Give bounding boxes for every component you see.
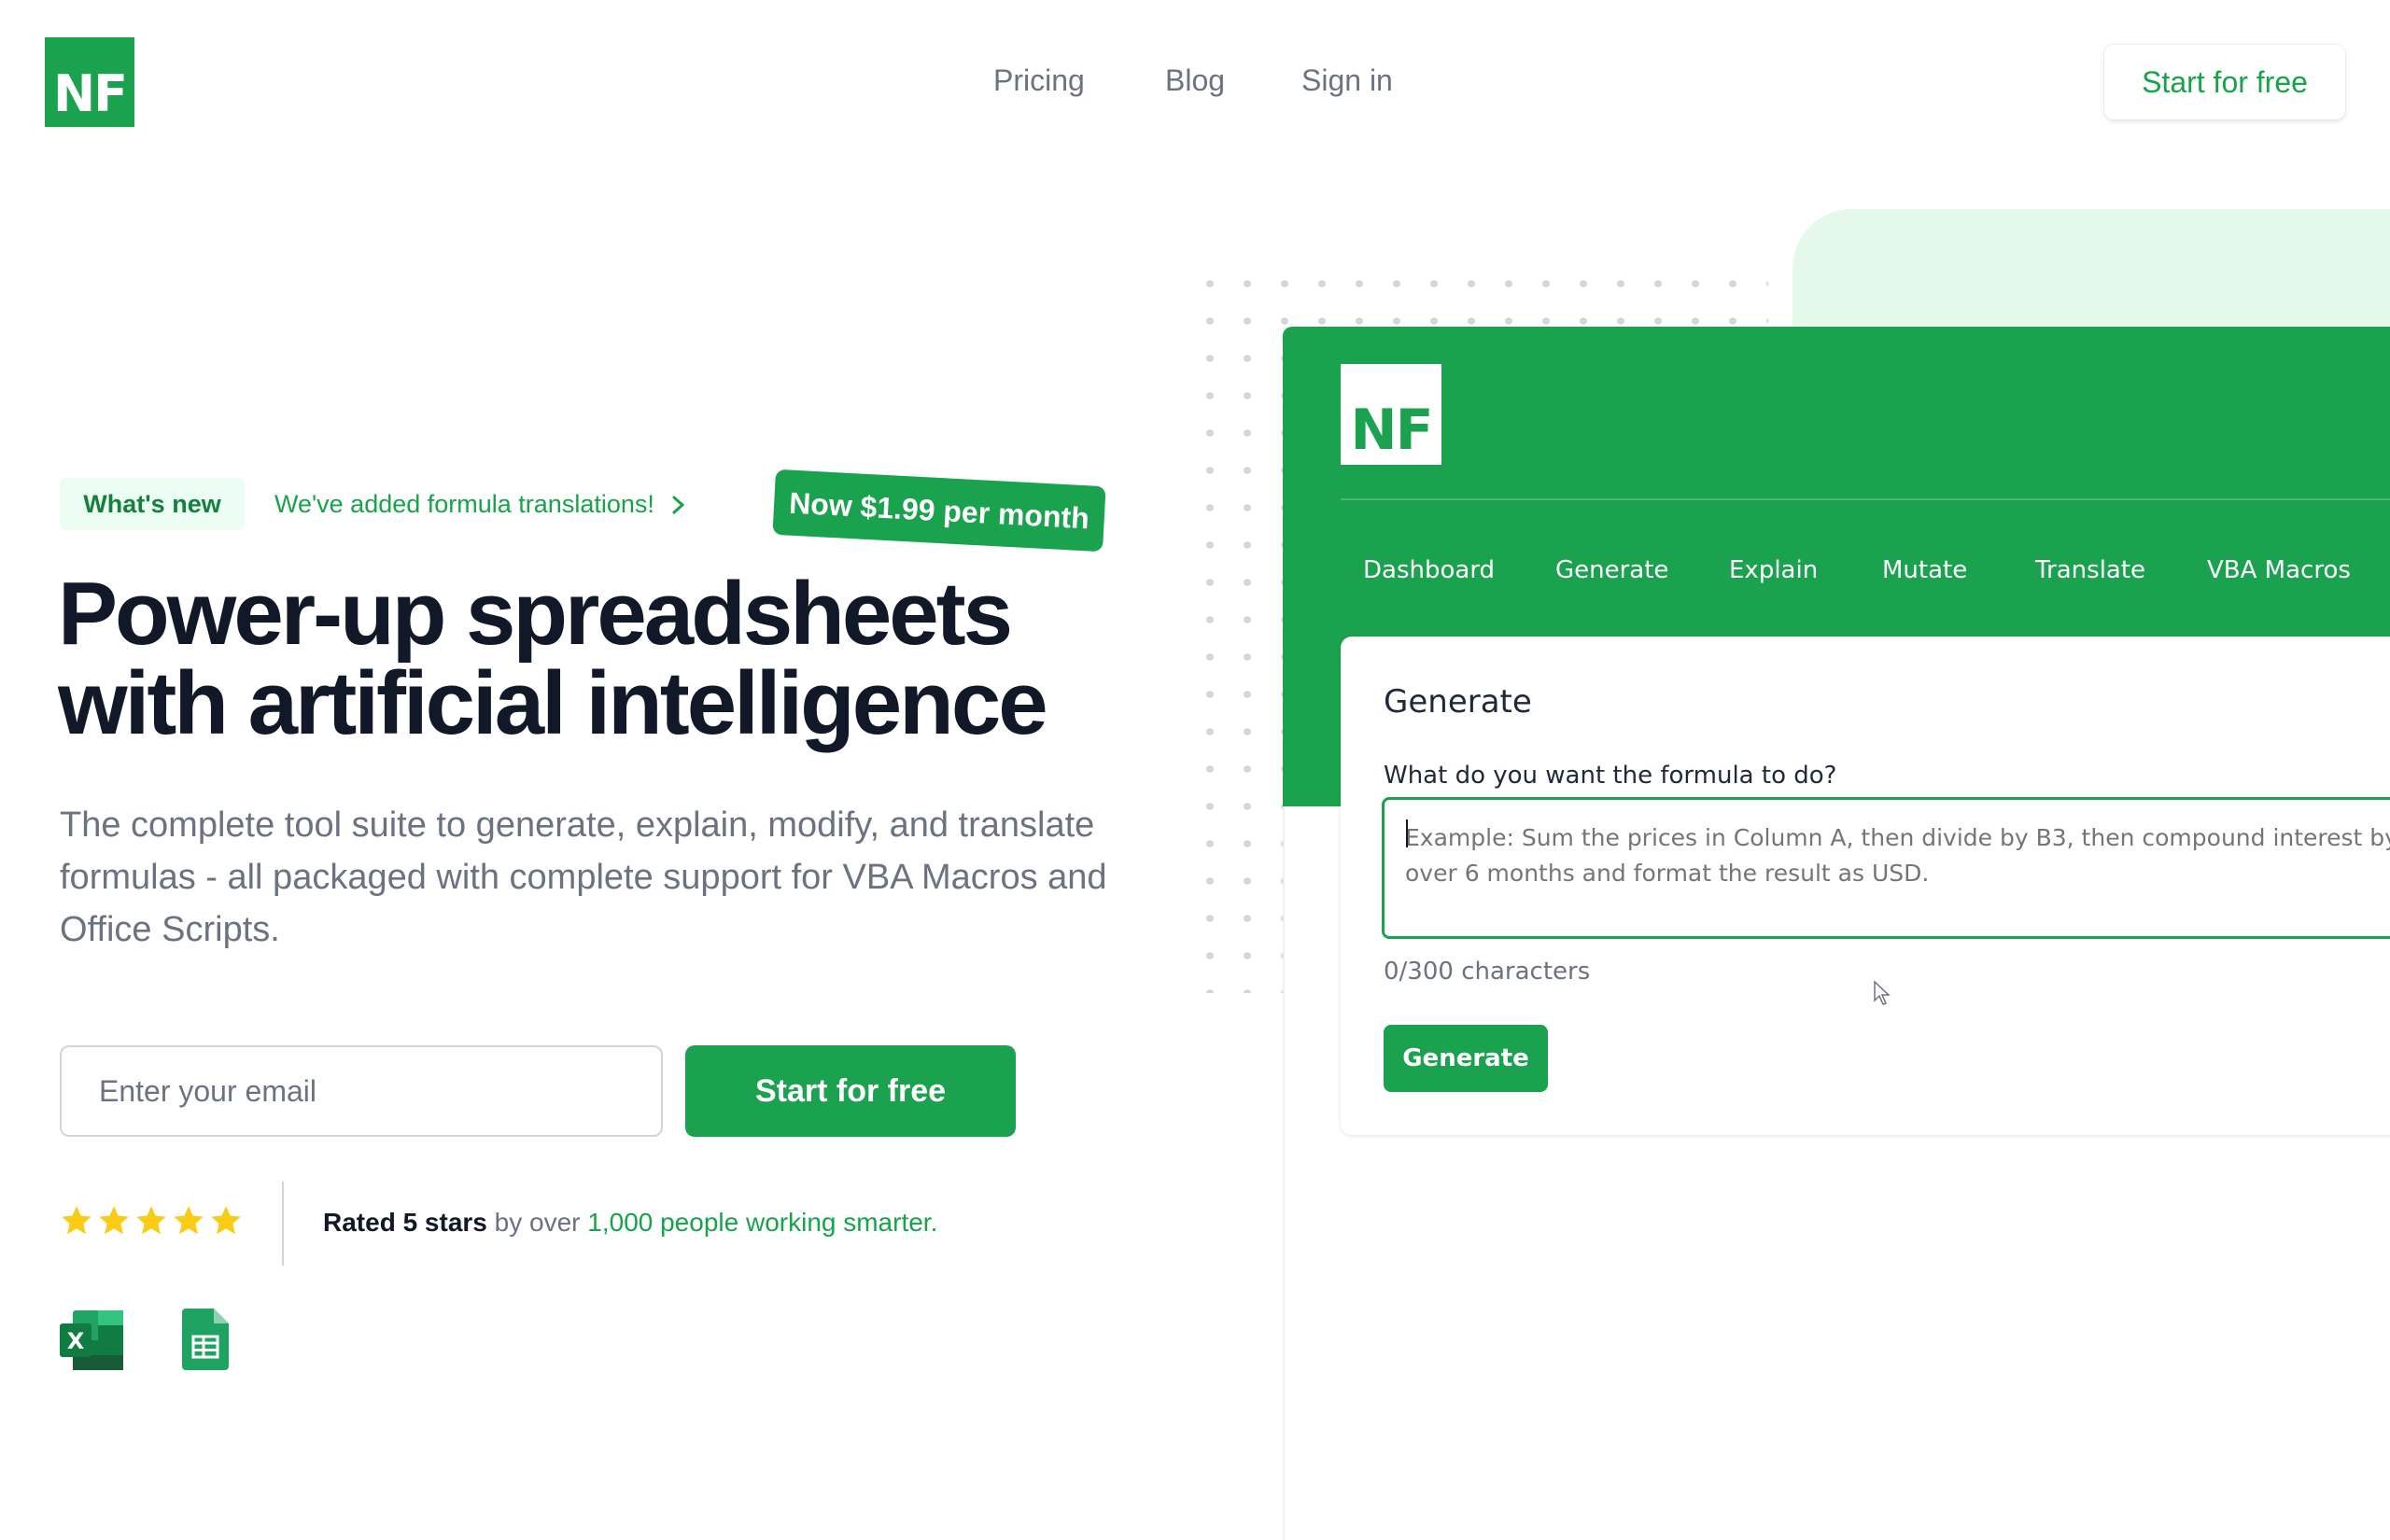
price-badge: Now $1.99 per month [772, 469, 1106, 553]
formula-prompt-textarea[interactable] [1382, 797, 2390, 939]
announcement-text: We've added formula translations! [274, 490, 654, 518]
mouse-pointer-icon [1874, 980, 1891, 1005]
whats-new-pill: What's new [60, 478, 245, 530]
excel-letter: X [67, 1328, 85, 1354]
generate-card-title: Generate [1384, 683, 1532, 721]
star-icon [99, 1206, 129, 1235]
formula-prompt-label: What do you want the formula to do? [1384, 762, 1837, 790]
star-icon [211, 1206, 241, 1235]
star-rating [60, 1204, 243, 1238]
headline-line-2: with artificial intelligence [58, 653, 1048, 753]
rating-strong: Rated 5 stars [323, 1208, 487, 1237]
hero-headline: Power-up spreadsheets with artificial in… [58, 569, 1178, 749]
star-icon [136, 1206, 166, 1235]
rating-users-link: 1,000 people working smarter. [587, 1208, 938, 1237]
app-header-divider [1341, 498, 2390, 500]
character-counter: 0/300 characters [1384, 958, 1591, 986]
hero-start-free-button[interactable]: Start for free [685, 1045, 1016, 1137]
announcement-link[interactable]: We've added formula translations! [274, 490, 688, 519]
rating-text: Rated 5 stars by over 1,000 people worki… [323, 1208, 937, 1238]
app-tab-explain[interactable]: Explain [1729, 556, 1818, 584]
chevron-right-icon [672, 496, 685, 513]
app-logo[interactable]: NF [1341, 364, 1441, 465]
email-input[interactable] [60, 1045, 663, 1137]
google-sheets-icon [182, 1309, 229, 1370]
nav-pricing-link[interactable]: Pricing [993, 63, 1085, 98]
excel-icon: X [60, 1310, 123, 1370]
star-icon [62, 1206, 91, 1235]
star-icon [174, 1206, 204, 1235]
app-tab-translate[interactable]: Translate [2035, 556, 2145, 584]
rating-mid: by over [486, 1208, 588, 1237]
rating-divider [282, 1182, 284, 1266]
generate-button[interactable]: Generate [1384, 1025, 1548, 1092]
headline-line-1: Power-up spreadsheets [58, 564, 1013, 664]
header-start-free-button[interactable]: Start for free [2104, 45, 2345, 119]
text-caret [1406, 819, 1408, 847]
site-logo[interactable]: NF [45, 37, 134, 127]
hero-subtitle: The complete tool suite to generate, exp… [60, 805, 1107, 949]
app-tab-dashboard[interactable]: Dashboard [1363, 556, 1495, 584]
app-tab-generate[interactable]: Generate [1555, 556, 1668, 584]
app-tab-mutate[interactable]: Mutate [1882, 556, 1967, 584]
nav-blog-link[interactable]: Blog [1165, 63, 1225, 98]
app-tab-vba-macros[interactable]: VBA Macros [2207, 556, 2351, 584]
nav-signin-link[interactable]: Sign in [1301, 63, 1393, 98]
